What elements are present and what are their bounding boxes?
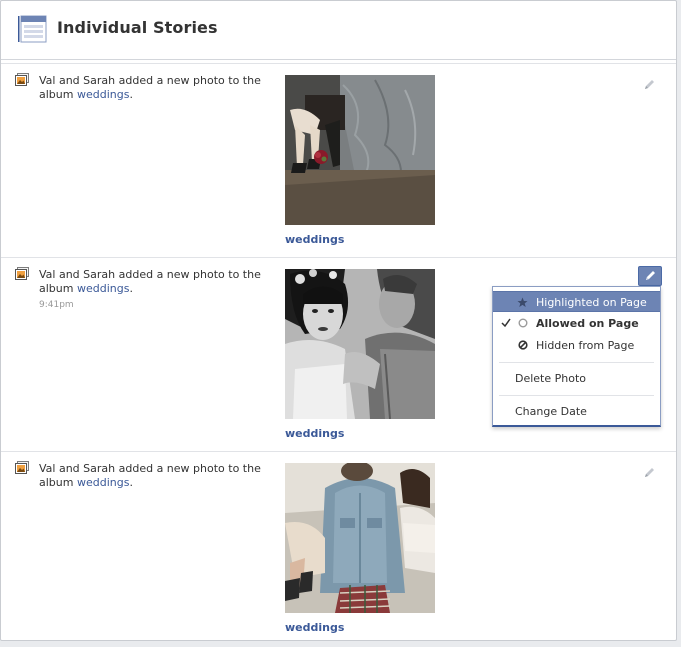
menu-item-delete-photo[interactable]: Delete Photo bbox=[493, 368, 660, 389]
page-layout-icon bbox=[18, 15, 47, 43]
story-text: Val and Sarah added a new photo to the a… bbox=[39, 462, 261, 489]
menu-item-hidden[interactable]: Hidden from Page bbox=[493, 335, 660, 356]
menu-item-highlighted[interactable]: Highlighted on Page bbox=[493, 291, 660, 312]
story-item: Val and Sarah added a new photo to the a… bbox=[1, 453, 676, 645]
story-photo[interactable] bbox=[285, 269, 435, 419]
blocked-icon bbox=[518, 340, 528, 350]
story-options-menu: Highlighted on Page Allowed on Page Hidd… bbox=[492, 286, 661, 427]
story-photo[interactable] bbox=[285, 75, 435, 225]
photo-story-icon bbox=[15, 267, 29, 280]
edit-button[interactable] bbox=[638, 266, 662, 286]
pencil-icon[interactable] bbox=[642, 78, 656, 92]
story-timestamp[interactable]: 9:41pm bbox=[39, 300, 74, 310]
menu-divider bbox=[499, 362, 654, 363]
checkmark-icon bbox=[501, 318, 511, 328]
pencil-icon[interactable] bbox=[642, 466, 656, 480]
album-link[interactable]: weddings bbox=[77, 476, 129, 489]
story-text: Val and Sarah added a new photo to the a… bbox=[39, 268, 261, 295]
story-text: Val and Sarah added a new photo to the a… bbox=[39, 74, 261, 101]
photo-caption[interactable]: weddings bbox=[285, 427, 344, 440]
pencil-icon bbox=[646, 271, 655, 280]
photo-caption[interactable]: weddings bbox=[285, 621, 344, 634]
header-divider bbox=[1, 63, 676, 64]
radio-circle-icon bbox=[518, 318, 528, 328]
menu-item-allowed[interactable]: Allowed on Page bbox=[493, 313, 660, 334]
menu-item-change-date[interactable]: Change Date bbox=[493, 401, 660, 422]
album-link[interactable]: weddings bbox=[77, 88, 129, 101]
photo-story-icon bbox=[15, 461, 29, 474]
album-link[interactable]: weddings bbox=[77, 282, 129, 295]
star-icon bbox=[517, 297, 528, 307]
story-photo[interactable] bbox=[285, 463, 435, 613]
menu-divider bbox=[499, 395, 654, 396]
story-item: Val and Sarah added a new photo to the a… bbox=[1, 65, 676, 258]
photo-caption[interactable]: weddings bbox=[285, 233, 344, 246]
photo-story-icon bbox=[15, 73, 29, 86]
header: Individual Stories bbox=[1, 1, 676, 60]
page-title: Individual Stories bbox=[57, 18, 218, 37]
